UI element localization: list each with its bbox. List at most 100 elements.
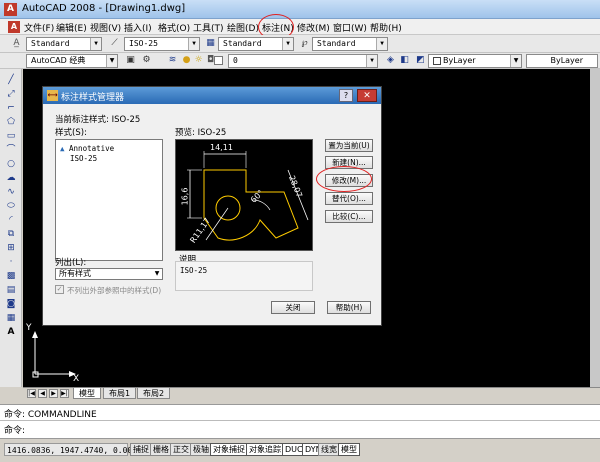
style-item-annotative[interactable]: ▲ Annotative	[60, 144, 114, 153]
revision-cloud-icon[interactable]: ☁	[5, 173, 17, 184]
polygon-icon[interactable]: ⬠	[5, 117, 17, 128]
next-tab-icon[interactable]: ▶	[49, 389, 58, 398]
layer-value: 0	[233, 56, 238, 65]
color-value: ByLayer	[443, 56, 476, 65]
color-swatch-icon	[214, 56, 223, 65]
menu-tools[interactable]: 工具(T)	[193, 21, 224, 34]
chevron-down-icon: ▼	[188, 38, 199, 50]
polyline-icon[interactable]: ⌐	[5, 103, 17, 114]
compare-styles-button[interactable]: 比较(C)...	[325, 210, 373, 223]
model-toggle[interactable]: 模型	[338, 443, 360, 456]
menu-file[interactable]: 文件(F)	[24, 21, 54, 34]
color-select[interactable]: ByLayer ▼	[428, 54, 522, 68]
dim-style-icon[interactable]: ⟋	[108, 37, 121, 50]
gradient-icon[interactable]: ▤	[5, 285, 17, 296]
workspace-gear-icon[interactable]: ⚙	[140, 54, 153, 67]
tab-model[interactable]: 模型	[73, 388, 101, 399]
annotative-triangle-icon: ▲	[60, 144, 65, 153]
command-history-line: 命令: COMMANDLINE	[4, 410, 97, 420]
prev-tab-icon[interactable]: ◀	[38, 389, 47, 398]
dialog-title-bar[interactable]: ⟷ 标注样式管理器 ? ✕	[43, 87, 381, 104]
list-filter-value: 所有样式	[59, 269, 91, 278]
set-current-button[interactable]: 置为当前(U)	[325, 139, 373, 152]
ellipse-arc-icon[interactable]: ◜	[5, 215, 17, 226]
multiline-text-icon[interactable]: A	[5, 327, 17, 338]
construction-line-icon[interactable]: ⤢	[5, 89, 17, 100]
help-question-icon[interactable]: ?	[339, 89, 353, 102]
dialog-title: 标注样式管理器	[61, 93, 125, 103]
layer-manager-icon[interactable]: ≋	[166, 54, 179, 67]
layer-states-icon[interactable]: ◩	[414, 54, 427, 67]
tab-layout1[interactable]: 布局1	[103, 388, 137, 399]
multileader-style-select[interactable]: Standard ▼	[312, 37, 388, 51]
dim-style-select[interactable]: ISO-25 ▼	[124, 37, 200, 51]
text-style-icon[interactable]: A̲	[10, 37, 23, 50]
xref-styles-checkbox[interactable]: ✓	[55, 285, 64, 294]
menu-help[interactable]: 帮助(H)	[370, 21, 402, 34]
multileader-style-icon[interactable]: ℘	[298, 37, 311, 50]
first-tab-icon[interactable]: |◀	[27, 389, 36, 398]
override-style-button[interactable]: 替代(O)...	[325, 192, 373, 205]
menu-edit[interactable]: 编辑(E)	[56, 21, 87, 34]
table-icon[interactable]: ▦	[5, 313, 17, 324]
list-filter-select[interactable]: 所有样式 ▼	[55, 268, 163, 280]
close-button[interactable]: 关闭	[271, 301, 315, 314]
style-item-iso25[interactable]: ISO-25	[70, 154, 97, 163]
menu-modify[interactable]: 修改(M)	[297, 21, 330, 34]
table-style-select[interactable]: Standard ▼	[218, 37, 294, 51]
close-icon[interactable]: ✕	[357, 89, 377, 102]
menu-format[interactable]: 格式(O)	[158, 21, 190, 34]
window-title: AutoCAD 2008 - [Drawing1.dwg]	[22, 3, 186, 14]
style-list[interactable]: ▲ Annotative ISO-25	[55, 139, 163, 261]
insert-block-icon[interactable]: ⧉	[5, 229, 17, 240]
ortho-toggle[interactable]: 正交	[170, 443, 192, 456]
workspace-settings-icon[interactable]: ▣	[124, 54, 137, 67]
table-style-icon[interactable]: ▦	[204, 37, 217, 50]
layer-previous-icon[interactable]: ◧	[398, 54, 411, 67]
grid-toggle[interactable]: 栅格	[150, 443, 172, 456]
styles-label: 样式(S):	[55, 128, 87, 138]
chevron-down-icon: ▼	[510, 55, 521, 67]
autocad-logo-icon: A	[4, 3, 17, 16]
point-icon[interactable]: ·	[5, 257, 17, 268]
rectangle-icon[interactable]: ▭	[5, 131, 17, 142]
line-icon[interactable]: ╱	[5, 75, 17, 86]
tab-layout2[interactable]: 布局2	[137, 388, 171, 399]
menu-draw[interactable]: 绘图(D)	[227, 21, 259, 34]
chevron-down-icon: ▼	[90, 38, 101, 50]
make-block-icon[interactable]: ⊞	[5, 243, 17, 254]
menu-view[interactable]: 视图(V)	[90, 21, 121, 34]
polar-toggle[interactable]: 极轴	[190, 443, 212, 456]
workspace-select[interactable]: AutoCAD 经典 ▼	[26, 54, 118, 68]
spline-icon[interactable]: ∿	[5, 187, 17, 198]
otrack-toggle[interactable]: 对象追踪	[246, 443, 284, 456]
text-style-select[interactable]: Standard ▼	[26, 37, 102, 51]
help-button[interactable]: 帮助(H)	[327, 301, 371, 314]
multileader-style-value: Standard	[317, 39, 356, 48]
annotation-circle-modify	[316, 166, 372, 192]
arc-icon[interactable]: ⌒	[5, 145, 17, 156]
preview-dim-left: 16,6	[180, 187, 190, 206]
circle-icon[interactable]: ○	[5, 159, 17, 170]
command-window: 命令: COMMANDLINE 命令:	[0, 404, 600, 438]
last-tab-icon[interactable]: ▶|	[60, 389, 69, 398]
region-icon[interactable]: ◙	[5, 299, 17, 310]
document-menu-icon[interactable]: A	[8, 21, 20, 33]
ellipse-icon[interactable]: ⬭	[5, 201, 17, 212]
make-current-layer-icon[interactable]: ◈	[384, 54, 397, 67]
command-input[interactable]: 命令:	[4, 423, 25, 436]
hatch-icon[interactable]: ▩	[5, 271, 17, 282]
style-preview: 14,11 16,6 28,07 60° R11,17	[175, 139, 313, 251]
chevron-down-icon: ▼	[154, 270, 160, 277]
lineweight-toggle[interactable]: 线宽	[318, 443, 340, 456]
osnap-toggle[interactable]: 对象捕捉	[210, 443, 248, 456]
menu-window[interactable]: 窗口(W)	[333, 21, 367, 34]
dimension-style-icon: ⟷	[47, 90, 58, 101]
bylayer-swatch-icon	[433, 56, 441, 65]
menu-insert[interactable]: 插入(I)	[124, 21, 152, 34]
vertical-scrollbar[interactable]	[590, 69, 600, 387]
description-box: ISO-25	[175, 261, 313, 291]
snap-toggle[interactable]: 捕捉	[130, 443, 152, 456]
linetype-select[interactable]: ByLayer	[526, 54, 598, 68]
layer-select[interactable]: 0 ▼	[228, 54, 378, 68]
